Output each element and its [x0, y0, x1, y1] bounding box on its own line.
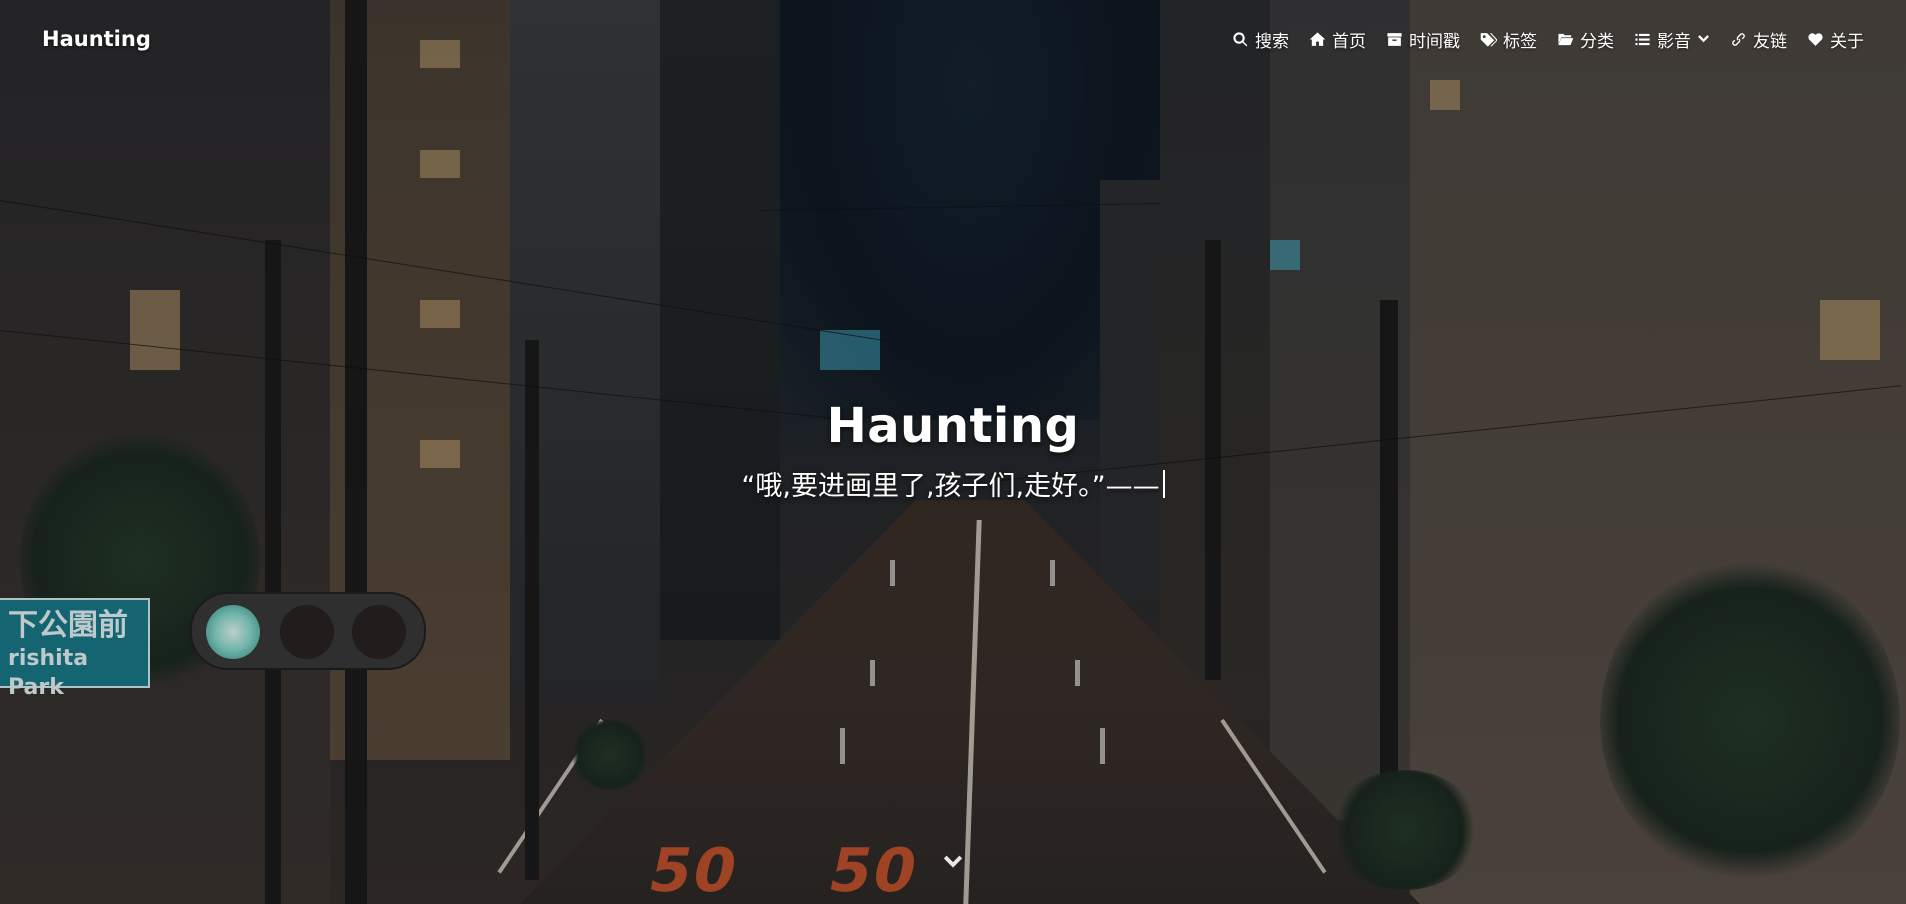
nav-item-home[interactable]: 首页 — [1309, 27, 1366, 52]
nav-item-search[interactable]: 搜索 — [1232, 27, 1289, 52]
folder-open-icon — [1558, 33, 1574, 45]
nav-item-label: 影音 — [1657, 31, 1691, 52]
site-title: Haunting — [826, 398, 1080, 454]
nav-item-label: 关于 — [1830, 31, 1864, 52]
nav-item-media-dropdown[interactable]: 影音 — [1634, 27, 1710, 52]
list-icon — [1635, 33, 1650, 45]
typewriter-subtitle: “哦,要进画里了,孩子们,走好。”—— — [741, 464, 1165, 503]
hero-banner: 50 50 下公園前 rishita Park Haunting 搜索 首页 时… — [0, 0, 1906, 904]
nav-item-label: 友链 — [1753, 31, 1787, 52]
nav-item-archive[interactable]: 时间戳 — [1386, 27, 1460, 52]
nav-item-label: 分类 — [1580, 31, 1614, 52]
nav-item-friends[interactable]: 友链 — [1730, 27, 1787, 52]
nav-item-label: 标签 — [1503, 31, 1537, 52]
nav-item-label: 时间戳 — [1409, 31, 1460, 52]
nav-menu: 搜索 首页 时间戳 标签 分类 影音 友链 关于 — [1232, 27, 1864, 52]
nav-item-label: 搜索 — [1255, 31, 1289, 52]
nav-item-label: 首页 — [1332, 31, 1366, 52]
chevron-down-icon — [1698, 34, 1709, 42]
heart-icon — [1808, 32, 1823, 46]
nav-item-categories[interactable]: 分类 — [1557, 27, 1614, 52]
chevron-down-icon — [943, 855, 963, 868]
scroll-down-button[interactable] — [939, 852, 967, 874]
archive-icon — [1387, 32, 1402, 46]
tags-icon — [1480, 32, 1497, 47]
typing-cursor — [1162, 469, 1165, 498]
search-icon — [1233, 31, 1248, 46]
subtitle-text: “哦,要进画里了,孩子们,走好。”—— — [741, 471, 1160, 502]
nav-item-about[interactable]: 关于 — [1807, 27, 1864, 52]
link-icon — [1732, 32, 1745, 46]
nav-item-tags[interactable]: 标签 — [1480, 27, 1537, 52]
hero-center: Haunting “哦,要进画里了,孩子们,走好。”—— — [0, 398, 1906, 503]
top-navbar: Haunting 搜索 首页 时间戳 标签 分类 影音 友链 关于 — [0, 0, 1906, 78]
site-brand-link[interactable]: Haunting — [42, 27, 151, 51]
home-icon — [1309, 31, 1326, 46]
